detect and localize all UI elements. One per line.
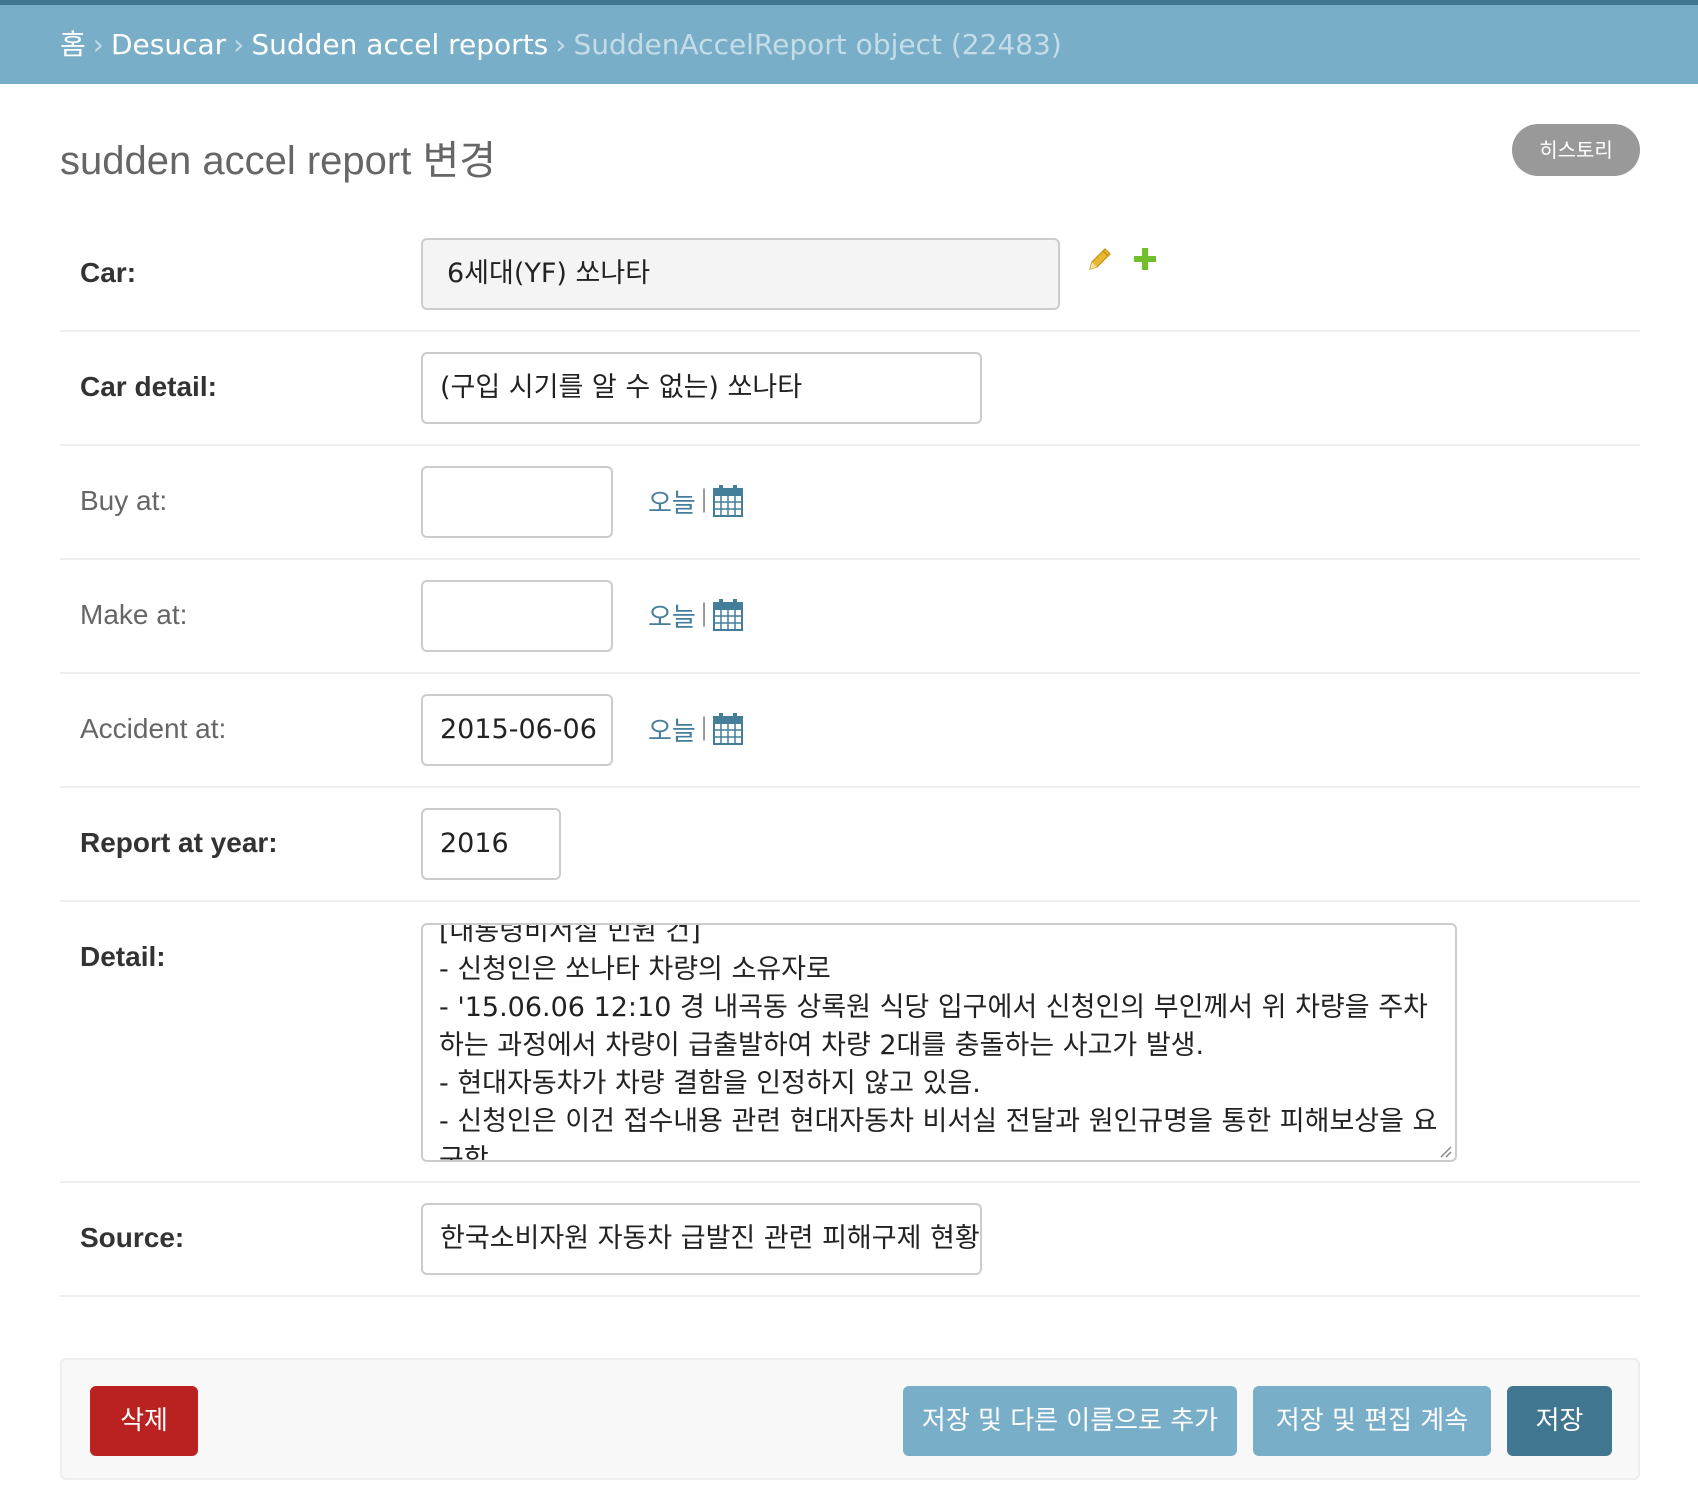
plus-icon[interactable] xyxy=(1131,245,1159,273)
buy-at-today-link[interactable]: 오늘 xyxy=(648,483,696,520)
form-row-report-at-year: Report at year: 2016 xyxy=(60,789,1640,902)
source-input[interactable]: 한국소비자원 자동차 급발진 관련 피해구제 현황 xyxy=(421,1203,982,1275)
detail-text: [대통령비서실 민원 건] - 신청인은 쏘나타 차량의 소유자로 - '15.… xyxy=(439,923,1438,1162)
make-at-input[interactable] xyxy=(421,580,613,652)
breadcrumb-separator: › xyxy=(92,28,104,61)
history-button[interactable]: 히스토리 xyxy=(1512,124,1640,176)
submit-row: 삭제 저장 및 다른 이름으로 추가 저장 및 편집 계속 저장 xyxy=(60,1358,1640,1480)
report-at-year-label: Report at year: xyxy=(80,827,278,858)
breadcrumb: 홈 › Desucar › Sudden accel reports › SuddenAcc… xyxy=(0,5,1698,84)
accident-at-label: Accident at: xyxy=(80,713,227,744)
form-row-car: Car: 6세대(YF) 쏘나타 xyxy=(60,219,1640,332)
form-row-car-detail: Car detail: (구입 시기를 알 수 없는) 쏘나타 xyxy=(60,333,1640,446)
save-and-continue-button[interactable]: 저장 및 편집 계속 xyxy=(1253,1386,1491,1456)
breadcrumb-separator: › xyxy=(233,28,245,61)
car-label: Car: xyxy=(80,257,137,288)
car-detail-input[interactable]: (구입 시기를 알 수 없는) 쏘나타 xyxy=(421,352,982,424)
car-select[interactable]: 6세대(YF) 쏘나타 xyxy=(421,238,1060,310)
detail-label: Detail: xyxy=(80,941,166,972)
save-as-new-button[interactable]: 저장 및 다른 이름으로 추가 xyxy=(903,1386,1237,1456)
form-row-buy-at: Buy at: 오늘 | xyxy=(60,447,1640,560)
accident-at-today-link[interactable]: 오늘 xyxy=(648,711,696,748)
breadcrumb-app-link[interactable]: Desucar xyxy=(111,28,226,61)
make-at-today-link[interactable]: 오늘 xyxy=(648,597,696,634)
calendar-icon[interactable] xyxy=(713,599,743,631)
breadcrumb-separator: › xyxy=(555,28,567,61)
delete-button[interactable]: 삭제 xyxy=(90,1386,198,1456)
source-label: Source: xyxy=(80,1222,185,1253)
report-at-year-input[interactable]: 2016 xyxy=(421,808,561,880)
calendar-icon[interactable] xyxy=(713,485,743,517)
accident-at-input[interactable]: 2015-06-06 xyxy=(421,694,613,766)
calendar-icon[interactable] xyxy=(713,713,743,745)
resize-handle-icon[interactable] xyxy=(1438,1143,1452,1158)
detail-textarea[interactable]: [대통령비서실 민원 건] - 신청인은 쏘나타 차량의 소유자로 - '15.… xyxy=(421,923,1457,1162)
form-row-make-at: Make at: 오늘 | xyxy=(60,561,1640,674)
make-at-label: Make at: xyxy=(80,599,188,630)
separator: | xyxy=(700,713,709,741)
form-row-accident-at: Accident at: 2015-06-06 오늘 | xyxy=(60,675,1640,788)
form-row-source: Source: 한국소비자원 자동차 급발진 관련 피해구제 현황 xyxy=(60,1184,1640,1297)
buy-at-input[interactable] xyxy=(421,466,613,538)
pencil-icon[interactable] xyxy=(1086,245,1114,273)
save-button[interactable]: 저장 xyxy=(1507,1386,1612,1456)
breadcrumb-model-link[interactable]: Sudden accel reports xyxy=(251,28,548,61)
separator: | xyxy=(700,599,709,627)
breadcrumb-home-link[interactable]: 홈 xyxy=(60,28,86,61)
page-title: sudden accel report 변경 xyxy=(60,139,497,183)
buy-at-label: Buy at: xyxy=(80,485,168,516)
car-detail-label: Car detail: xyxy=(80,371,217,402)
breadcrumb-current: SuddenAccelReport object (22483) xyxy=(573,28,1062,61)
form-row-detail: Detail: [대통령비서실 민원 건] - 신청인은 쏘나타 차량의 소유자… xyxy=(60,903,1640,1183)
separator: | xyxy=(700,485,709,513)
